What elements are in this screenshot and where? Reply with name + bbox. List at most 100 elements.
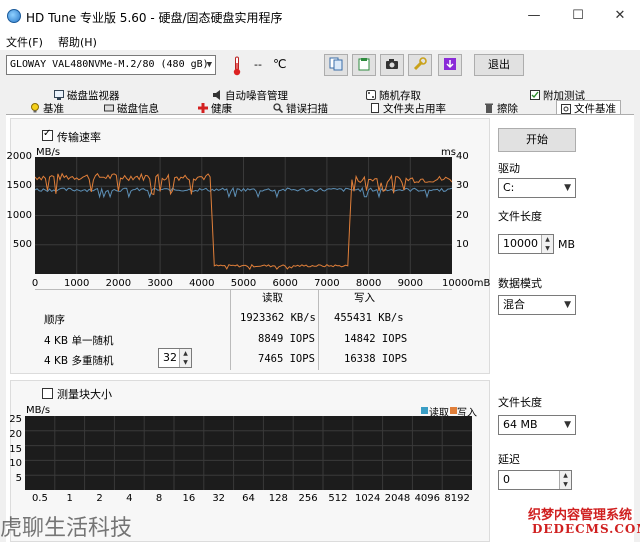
options-button[interactable] — [408, 54, 432, 76]
transfer-chart — [35, 157, 452, 274]
legend-read-swatch — [421, 407, 428, 414]
queue-depth-value: 32 — [163, 351, 177, 364]
temperature-value: -- — [254, 58, 262, 71]
y-tick-left: 500 — [12, 238, 32, 250]
block-chart-grid — [25, 416, 472, 490]
drive-combo[interactable]: C: ▼ — [498, 178, 576, 198]
y-tick-left: 2000 — [6, 151, 32, 162]
x-tick: 8000 — [355, 278, 382, 289]
gear-document-icon — [561, 103, 571, 114]
drive-select[interactable]: GLOWAY VAL480NVMe-M.2/80 (480 gB) ▼ — [6, 55, 216, 75]
y-tick-right: 20 — [456, 209, 469, 221]
monitor-icon — [54, 90, 64, 100]
chevron-down-icon: ▼ — [564, 183, 571, 193]
close-button[interactable]: ✕ — [606, 6, 634, 26]
minimize-button[interactable]: — — [520, 6, 548, 26]
row-4k-single-read: 8849 IOPS — [258, 333, 315, 345]
x-tick: 7000 — [314, 278, 340, 289]
data-mode-combo[interactable]: 混合 ▼ — [498, 295, 576, 315]
toolbar: GLOWAY VAL480NVMe-M.2/80 (480 gB) ▼ -- ℃… — [0, 50, 640, 84]
queue-depth-stepper[interactable]: 32 ▲ ▼ — [158, 348, 192, 368]
block-file-length-combo[interactable]: 64 MB ▼ — [498, 415, 576, 435]
spin-up-icon: ▲ — [563, 472, 568, 479]
file-length-label: 文件长度 — [498, 210, 542, 223]
wrench-icon — [413, 56, 427, 74]
document-icon — [370, 103, 380, 113]
block-file-length-label: 文件长度 — [498, 396, 542, 409]
block-y-tick: 5 — [15, 473, 22, 485]
row-sequential-write: 455431 KB/s — [334, 312, 404, 324]
block-y-tick: 15 — [9, 443, 22, 455]
tab-erase[interactable]: 擦除 — [484, 101, 518, 115]
download-icon — [443, 57, 457, 74]
start-button[interactable]: 开始 — [498, 128, 576, 152]
thermometer-icon — [233, 56, 241, 76]
x-tick: 1000 — [63, 278, 90, 289]
menu-file[interactable]: 文件(F) — [6, 34, 43, 50]
delay-spin-buttons[interactable]: ▲ ▼ — [559, 471, 571, 489]
file-length-spin-buttons[interactable]: ▲ ▼ — [541, 235, 553, 253]
y-tick-left: 1000 — [6, 209, 32, 221]
paste-button[interactable] — [352, 54, 376, 76]
tab-folder-usage[interactable]: 文件夹占用率 — [370, 101, 446, 115]
results-divider-v2 — [318, 289, 319, 370]
menu-bar: 文件(F) 帮助(H) — [0, 32, 640, 50]
y-tick-right: 30 — [456, 180, 469, 192]
transfer-rate-label: 传输速率 — [57, 131, 101, 144]
copy-button[interactable] — [324, 54, 348, 76]
tabs-bottom-row: 基准 磁盘信息 健康 错误扫描 文件夹占用率 擦除 文件基准 — [0, 100, 640, 116]
transfer-rate-checkbox[interactable] — [42, 128, 53, 141]
exit-button[interactable]: 退出 — [474, 54, 524, 76]
block-size-checkbox[interactable] — [42, 388, 53, 399]
x-tick: 0 — [31, 278, 39, 289]
delay-label: 延迟 — [498, 453, 520, 466]
spin-up-icon: ▲ — [183, 350, 188, 357]
tab-benchmark[interactable]: 基准 — [30, 101, 64, 115]
data-mode-value: 混合 — [503, 298, 525, 311]
spin-up-icon: ▲ — [545, 236, 550, 243]
row-4k-single-write: 14842 IOPS — [344, 333, 408, 345]
red-cross-icon — [198, 103, 208, 113]
checklist-icon — [530, 90, 540, 100]
chevron-down-icon: ▼ — [564, 300, 571, 310]
app-icon — [7, 9, 21, 23]
block-size-label: 测量块大小 — [57, 388, 112, 401]
tab-disk-info[interactable]: 磁盘信息 — [104, 101, 159, 115]
x-tick: 4000 — [189, 278, 215, 289]
screenshot-button[interactable] — [380, 54, 404, 76]
magnifier-icon — [273, 103, 284, 114]
menu-help[interactable]: 帮助(H) — [58, 34, 97, 50]
row-sequential-read: 1923362 KB/s — [240, 312, 316, 324]
row-4k-multi-label: 4 KB 多重随机 — [44, 355, 114, 367]
maximize-button[interactable]: ☐ — [564, 6, 592, 26]
queue-depth-spin-buttons[interactable]: ▲ ▼ — [179, 349, 191, 367]
watermark-left: 虎聊生活科技 — [0, 516, 133, 541]
delay-stepper[interactable]: 0 ▲ ▼ — [498, 470, 572, 490]
lightbulb-icon — [30, 103, 40, 113]
watermark-right-bottom: DEDECMS.COM — [532, 522, 640, 536]
save-button[interactable] — [438, 54, 462, 76]
drive-label: 驱动 — [498, 162, 520, 175]
col-read-header: 读取 — [262, 292, 283, 304]
spin-down-icon: ▼ — [183, 359, 188, 366]
results-divider-v1 — [230, 289, 231, 370]
tab-health[interactable]: 健康 — [198, 101, 232, 115]
drive-combo-value: C: — [503, 181, 515, 194]
disk-icon — [104, 103, 114, 113]
x-tick: 5000 — [230, 278, 257, 289]
chevron-down-icon: ▼ — [564, 420, 571, 430]
col-write-header: 写入 — [354, 292, 375, 304]
temperature-unit-icon: ℃ — [273, 57, 287, 71]
y-tick-right: 10 — [456, 238, 469, 250]
row-4k-multi-read: 7465 IOPS — [258, 353, 315, 365]
x-tick: 9000 — [397, 278, 424, 289]
tab-error-scan[interactable]: 错误扫描 — [273, 101, 328, 115]
file-length-stepper[interactable]: 10000 ▲ ▼ — [498, 234, 554, 254]
y-tick-right: 40 — [456, 151, 469, 162]
x-tick: 2000 — [105, 278, 132, 289]
block-x-tick: 8192 — [444, 493, 470, 504]
results-divider-top — [35, 289, 452, 290]
block-file-length-value: 64 MB — [503, 418, 538, 431]
title-bar: HD Tune 专业版 5.60 - 硬盘/固态硬盘实用程序 — ☐ ✕ — [0, 0, 640, 32]
row-4k-multi-write: 16338 IOPS — [344, 353, 408, 365]
